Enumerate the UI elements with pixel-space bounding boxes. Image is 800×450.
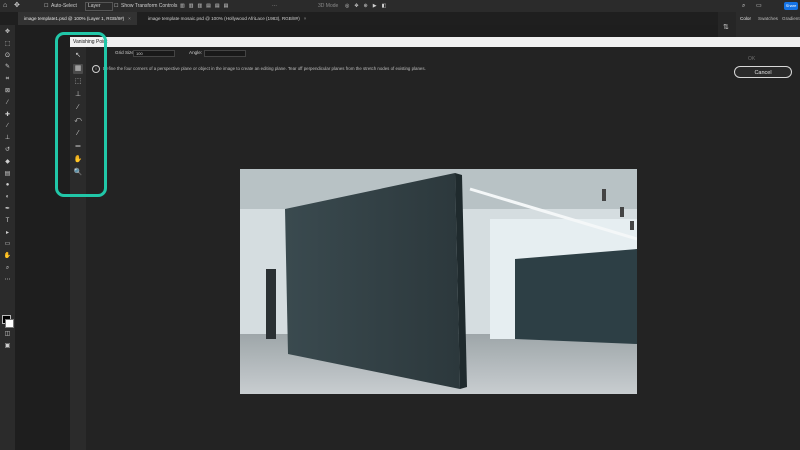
- dialog-title: Vanishing Point: [70, 37, 800, 47]
- vanishing-point-dialog: Vanishing Point ↖ ▦ ⬚ ⊥ ∕ ⤺ ⁄ ═ ✋ 🔍 Grid Size: 10…: [70, 37, 800, 450]
- tab-label: image template1.psd @ 100% (Layer 1, RGB…: [24, 16, 125, 21]
- document-tabs: image template1.psd @ 100% (Layer 1, RGB…: [0, 12, 718, 25]
- eyedropper-tool-icon[interactable]: ⁄: [3, 99, 12, 107]
- left-doorway: [266, 269, 276, 339]
- shape-tool-icon[interactable]: ▭: [3, 240, 12, 248]
- frame-tool-icon[interactable]: ⊠: [3, 87, 12, 95]
- type-tool-icon[interactable]: T: [3, 217, 12, 225]
- tab-swatches[interactable]: Swatches: [758, 12, 778, 25]
- search-icon[interactable]: ⌕: [742, 0, 745, 12]
- pen-tool-icon[interactable]: ✒: [3, 205, 12, 213]
- zoom-tool-icon[interactable]: ⌕: [3, 264, 12, 272]
- right-wall-panel: [515, 249, 637, 344]
- angle-label: Angle:: [189, 50, 203, 55]
- home-icon[interactable]: ⌂: [3, 0, 7, 12]
- pendant-lamp-2: [620, 207, 624, 217]
- zoom-tool-icon[interactable]: 🔍: [73, 168, 83, 178]
- marquee-tool-icon[interactable]: ⬚: [73, 77, 83, 87]
- crop-tool-icon[interactable]: ⌗: [3, 75, 12, 83]
- distribute-more-icon[interactable]: ⋯: [272, 0, 277, 12]
- ok-button[interactable]: OK: [748, 56, 755, 62]
- hand-tool-icon[interactable]: ✋: [3, 252, 12, 260]
- hand-tool-icon[interactable]: ✋: [73, 155, 83, 165]
- auto-select-label: Auto-Select: [51, 3, 77, 9]
- instruction-text: i Define the four corners of a perspectiv…: [86, 63, 686, 75]
- dialog-options: Grid Size: 100 Angle:: [86, 47, 800, 58]
- main-toolbar: ⋯ ⌕ ✋ ▭ ▸ T ✒ ◐ ● ▤ ◆ ↺ ⊥ ∕ ✚ ⁄ ⊠ ⌗ ✎ ʘ ⬚ ✥ ◫ ▣: [0, 25, 15, 450]
- pendant-lamp-3: [630, 221, 634, 230]
- mode-3d-label: 3D Mode: [318, 3, 339, 9]
- dialog-toolbar: ↖ ▦ ⬚ ⊥ ∕ ⤺ ⁄ ═ ✋ 🔍: [70, 47, 86, 450]
- more-tools-icon[interactable]: ⋯: [3, 276, 12, 284]
- pendant-lamp-1: [602, 189, 606, 201]
- history-brush-tool-icon[interactable]: ↺: [3, 146, 12, 154]
- quick-select-tool-icon[interactable]: ✎: [3, 63, 12, 71]
- tab-label: image template mosaic.psd @ 100% (Hollyw…: [148, 16, 300, 21]
- align-icons[interactable]: ▥▥▥▤▤▤: [180, 0, 232, 12]
- measure-tool-icon[interactable]: ═: [73, 142, 83, 152]
- lasso-tool-icon[interactable]: ʘ: [3, 52, 12, 60]
- move-tool-preset-icon[interactable]: ✥: [14, 0, 20, 12]
- grid-size-input[interactable]: 100: [133, 50, 175, 57]
- angle-input[interactable]: [204, 50, 246, 57]
- create-plane-tool-icon[interactable]: ▦: [73, 64, 83, 74]
- edit-plane-tool-icon[interactable]: ↖: [73, 51, 83, 61]
- show-transform-label: Show Transform Controls: [121, 3, 178, 9]
- marquee-tool-icon[interactable]: ⬚: [3, 40, 12, 48]
- transform-tool-icon[interactable]: ⤺: [73, 116, 83, 126]
- workspace-icon[interactable]: ▭: [756, 0, 762, 12]
- close-icon[interactable]: ×: [304, 16, 307, 21]
- auto-select-target-value: Layer: [88, 3, 101, 9]
- healing-brush-tool-icon[interactable]: ✚: [3, 111, 12, 119]
- move-tool-icon[interactable]: ✥: [3, 28, 12, 36]
- front-wall-panel: [285, 173, 460, 389]
- quick-mask-icon[interactable]: ◫: [3, 330, 12, 338]
- brush-tool-icon[interactable]: ∕: [3, 122, 12, 130]
- tab-color[interactable]: Color: [740, 12, 751, 25]
- cancel-button[interactable]: Cancel: [734, 66, 792, 78]
- screen-mode-icon[interactable]: ▣: [3, 342, 12, 350]
- tab-gradients[interactable]: Gradients: [782, 12, 800, 25]
- 3d-orbit-icons[interactable]: ◎✥⊕▶◧: [345, 0, 391, 12]
- canvas-image[interactable]: [240, 169, 637, 394]
- blur-tool-icon[interactable]: ●: [3, 181, 12, 189]
- info-icon: i: [92, 64, 100, 73]
- background-color-swatch[interactable]: [5, 319, 14, 328]
- dodge-tool-icon[interactable]: ◐: [3, 193, 12, 201]
- properties-icon[interactable]: ⇅: [723, 23, 729, 31]
- tab-image-template1[interactable]: image template1.psd @ 100% (Layer 1, RGB…: [18, 12, 137, 25]
- gradient-tool-icon[interactable]: ▤: [3, 170, 12, 178]
- tab-image-template-mosaic[interactable]: image template mosaic.psd @ 100% (Hollyw…: [142, 12, 312, 25]
- eyedropper-tool-icon[interactable]: ⁄: [73, 129, 83, 139]
- auto-select-target-dropdown[interactable]: Layer: [85, 2, 113, 11]
- hint-text: Define the four corners of a perspective…: [103, 66, 426, 71]
- auto-select-checkbox[interactable]: ☐: [44, 0, 48, 12]
- clone-stamp-tool-icon[interactable]: ⊥: [3, 134, 12, 142]
- close-icon[interactable]: ×: [128, 16, 131, 21]
- share-button[interactable]: Share: [784, 2, 798, 10]
- path-select-tool-icon[interactable]: ▸: [3, 229, 12, 237]
- stamp-tool-icon[interactable]: ⊥: [73, 90, 83, 100]
- show-transform-checkbox[interactable]: ☐: [114, 0, 118, 12]
- eraser-tool-icon[interactable]: ◆: [3, 158, 12, 166]
- brush-tool-icon[interactable]: ∕: [73, 103, 83, 113]
- options-bar: ⌂ ✥ ☐ Auto-Select Layer ☐ Show Transform…: [0, 0, 800, 12]
